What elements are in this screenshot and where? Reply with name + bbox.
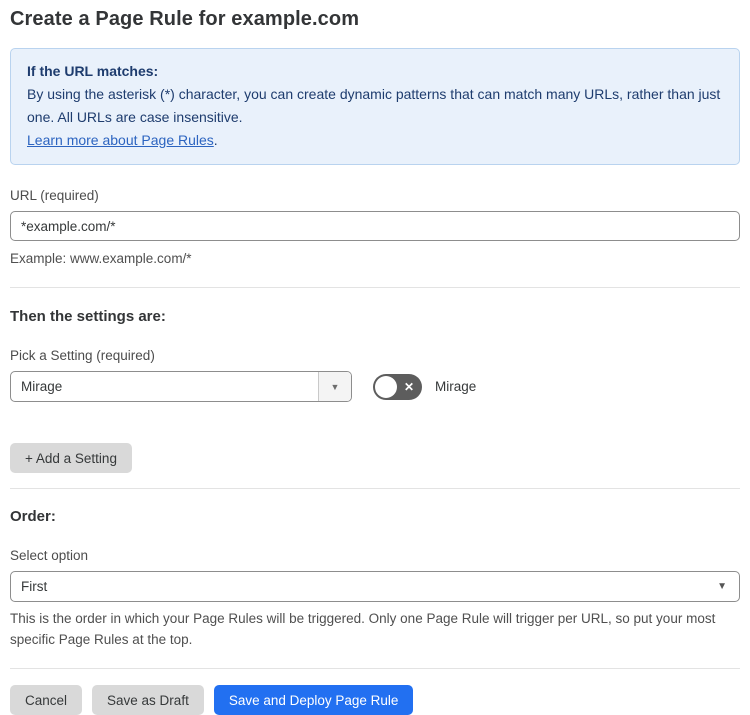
add-setting-button[interactable]: + Add a Setting bbox=[10, 443, 132, 473]
order-select-label: Select option bbox=[10, 548, 89, 563]
page-title: Create a Page Rule for example.com bbox=[10, 8, 360, 30]
toggle-knob bbox=[375, 375, 397, 398]
url-field-label: URL (required) bbox=[10, 188, 99, 203]
pick-setting-label: Pick a Setting (required) bbox=[10, 348, 155, 363]
chevron-down-icon: ▼ bbox=[717, 581, 727, 592]
info-box-heading: If the URL matches: bbox=[27, 63, 159, 79]
setting-select[interactable]: Mirage ▼ bbox=[10, 371, 352, 402]
learn-more-link[interactable]: Learn more about Page Rules bbox=[27, 132, 214, 148]
footer-actions: Cancel Save as Draft Save and Deploy Pag… bbox=[10, 685, 740, 715]
order-select-value: First bbox=[21, 579, 48, 594]
cancel-button[interactable]: Cancel bbox=[10, 685, 83, 715]
info-box-link-line: Learn more about Page Rules. bbox=[27, 129, 723, 152]
toggle-off-x-icon: ✕ bbox=[403, 379, 414, 394]
order-helper-text: This is the order in which your Page Rul… bbox=[10, 611, 716, 647]
toggle-label: Mirage bbox=[435, 379, 477, 394]
divider bbox=[10, 668, 740, 669]
divider bbox=[10, 488, 740, 489]
mirage-toggle[interactable]: ✕ bbox=[373, 373, 422, 400]
info-box-body: By using the asterisk (*) character, you… bbox=[27, 86, 721, 125]
save-deploy-button[interactable]: Save and Deploy Page Rule bbox=[213, 685, 414, 715]
setting-row: Mirage ▼ ✕ Mirage bbox=[10, 371, 740, 402]
save-draft-button[interactable]: Save as Draft bbox=[92, 685, 204, 715]
url-example-helper: Example: www.example.com/* bbox=[10, 251, 192, 266]
setting-select-arrow-button[interactable]: ▼ bbox=[318, 372, 351, 401]
url-match-info-box: If the URL matches: By using the asteris… bbox=[10, 48, 740, 165]
setting-select-value: Mirage bbox=[21, 379, 63, 394]
order-section-heading: Order: bbox=[10, 508, 56, 525]
page-rule-form: Create a Page Rule for example.com If th… bbox=[0, 0, 750, 715]
order-select[interactable]: First ▼ bbox=[10, 571, 740, 602]
divider bbox=[10, 287, 740, 288]
chevron-down-icon: ▼ bbox=[330, 381, 340, 392]
url-input[interactable] bbox=[10, 211, 740, 241]
settings-section-heading: Then the settings are: bbox=[10, 308, 166, 325]
link-suffix: . bbox=[213, 132, 218, 148]
